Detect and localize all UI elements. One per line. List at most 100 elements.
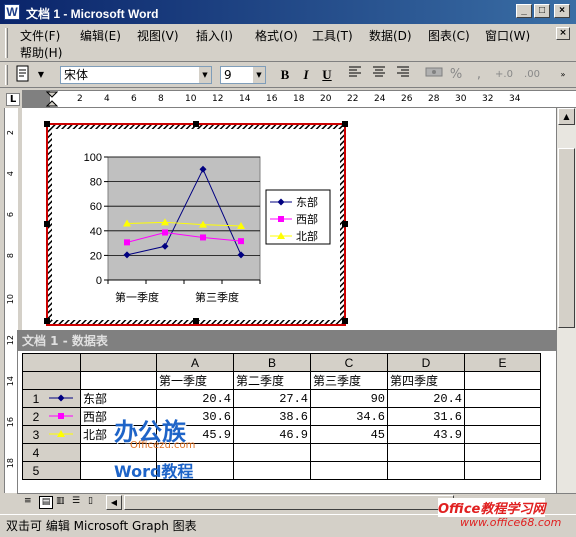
plot-area[interactable] [107, 156, 261, 281]
value-cell[interactable]: 38.6 [233, 407, 311, 426]
chevron-down-icon[interactable]: ▼ [198, 67, 211, 83]
increase-decimal-button[interactable]: +.0 [492, 65, 516, 85]
value-cell[interactable] [387, 443, 465, 462]
value-cell[interactable] [233, 461, 311, 480]
percent-button[interactable]: % [447, 65, 465, 85]
comma-button[interactable]: , [470, 65, 488, 85]
menu-help[interactable]: 帮助(H) [20, 44, 62, 61]
datasheet-grid[interactable]: A B C D E 第一季度 第二季度 第三季度 第四季度 1 东部 20.4 27.… [22, 353, 541, 480]
value-cell[interactable] [464, 461, 541, 480]
menu-view[interactable]: 视图(V) [137, 27, 179, 44]
cell[interactable] [464, 371, 541, 390]
value-cell[interactable] [464, 389, 541, 408]
maximize-button[interactable]: □ [534, 4, 550, 18]
graph-object[interactable]: 100 80 60 40 20 0 第一季度 第三季度 东部 西部 北部 [44, 121, 348, 328]
menu-insert[interactable]: 插入(I) [196, 27, 233, 44]
menu-chart[interactable]: 图表(C) [428, 27, 470, 44]
font-size-select[interactable]: 9 ▼ [220, 66, 266, 84]
menu-data[interactable]: 数据(D) [369, 27, 412, 44]
row-header[interactable]: 4 [22, 443, 81, 462]
blank-header-cell[interactable] [80, 353, 157, 372]
resize-handle-ne[interactable] [342, 121, 348, 127]
toolbar-grip[interactable] [5, 65, 8, 85]
value-cell[interactable]: 20.4 [156, 389, 234, 408]
datasheet-window[interactable]: 文档 1 - 数据表 A B C D E 第一季度 第二季度 第三季度 第四季度… [17, 330, 576, 494]
value-cell[interactable] [464, 425, 541, 444]
outline-view-icon[interactable]: ☰ [72, 496, 86, 509]
resize-handle-w[interactable] [44, 221, 50, 227]
resize-handle-e[interactable] [342, 221, 348, 227]
value-cell[interactable] [464, 443, 541, 462]
corner-cell[interactable] [22, 353, 81, 372]
scroll-left-icon[interactable]: ◀ [106, 495, 122, 510]
normal-view-icon[interactable]: ≡ [24, 496, 38, 509]
scroll-thumb[interactable] [558, 148, 575, 328]
italic-button[interactable]: I [296, 65, 316, 85]
col-header-a[interactable]: A [156, 353, 234, 372]
value-cell[interactable]: 31.6 [387, 407, 465, 426]
underline-button[interactable]: U [317, 65, 337, 85]
vertical-scrollbar[interactable]: ▲ [556, 108, 576, 493]
align-right-icon[interactable] [393, 65, 413, 85]
menu-edit[interactable]: 编辑(E) [80, 27, 121, 44]
cell[interactable] [80, 371, 157, 390]
font-select[interactable]: 宋体 ▼ [60, 66, 212, 84]
align-left-icon[interactable] [345, 65, 365, 85]
tab-stop-selector[interactable]: L [6, 93, 20, 106]
value-cell[interactable]: 34.6 [310, 407, 388, 426]
menu-tools[interactable]: 工具(T) [312, 27, 353, 44]
chevron-down-icon[interactable]: ▼ [35, 65, 47, 85]
align-center-icon[interactable] [369, 65, 389, 85]
scroll-up-icon[interactable]: ▲ [558, 108, 575, 125]
menu-format[interactable]: 格式(O) [255, 27, 298, 44]
web-view-icon[interactable]: ▤ [39, 496, 53, 509]
row-header[interactable]: 3 [22, 425, 81, 444]
resize-handle-nw[interactable] [44, 121, 50, 127]
col-header-d[interactable]: D [387, 353, 465, 372]
value-cell[interactable] [310, 443, 388, 462]
col-header-e[interactable]: E [464, 353, 541, 372]
close-button[interactable]: × [554, 4, 570, 18]
minimize-button[interactable]: _ [516, 4, 532, 18]
value-cell[interactable] [310, 461, 388, 480]
value-cell[interactable]: 20.4 [387, 389, 465, 408]
cell[interactable]: 第二季度 [233, 371, 311, 390]
decrease-decimal-button[interactable]: .00 [520, 65, 544, 85]
menu-window[interactable]: 窗口(W) [485, 27, 530, 44]
currency-icon[interactable] [423, 65, 445, 85]
cell[interactable]: 第四季度 [387, 371, 465, 390]
legend[interactable]: 东部西部北部 [265, 189, 331, 245]
close-doc-button[interactable]: × [556, 27, 570, 40]
chart-objects-icon[interactable] [12, 65, 34, 85]
row-header[interactable]: 5 [22, 461, 81, 480]
value-cell[interactable] [464, 407, 541, 426]
value-cell[interactable]: 27.4 [233, 389, 311, 408]
menu-grip[interactable] [5, 28, 8, 58]
value-cell[interactable]: 90 [310, 389, 388, 408]
value-cell[interactable] [387, 461, 465, 480]
horizontal-ruler[interactable]: 2 4 6 8 10 12 14 16 18 20 22 24 26 28 30 32 34 [22, 90, 576, 108]
row-header[interactable]: 2 [22, 407, 81, 426]
value-cell[interactable] [233, 443, 311, 462]
resize-handle-sw[interactable] [44, 318, 50, 324]
menu-file[interactable]: 文件(F) [20, 27, 60, 44]
resize-handle-s[interactable] [193, 318, 199, 324]
col-header-b[interactable]: B [233, 353, 311, 372]
cell[interactable]: 第三季度 [310, 371, 388, 390]
print-view-icon[interactable]: ▥ [56, 496, 70, 509]
col-header-c[interactable]: C [310, 353, 388, 372]
hscroll-thumb[interactable] [124, 495, 454, 510]
resize-handle-n[interactable] [193, 121, 199, 127]
resize-handle-se[interactable] [342, 318, 348, 324]
row-header[interactable]: 1 [22, 389, 81, 408]
indent-marker-icon[interactable] [46, 91, 58, 108]
chevron-down-icon[interactable]: ▼ [252, 67, 265, 83]
cell[interactable]: 第一季度 [156, 371, 234, 390]
toolbar-options-icon[interactable]: » [556, 65, 570, 85]
datasheet-title[interactable]: 文档 1 - 数据表 [18, 331, 575, 351]
value-cell[interactable]: 45 [310, 425, 388, 444]
bold-button[interactable]: B [275, 65, 295, 85]
series-label-cell[interactable]: 东部 [80, 389, 157, 408]
reading-view-icon[interactable]: ▯ [88, 496, 102, 509]
word-doc-icon[interactable]: W [4, 4, 20, 20]
